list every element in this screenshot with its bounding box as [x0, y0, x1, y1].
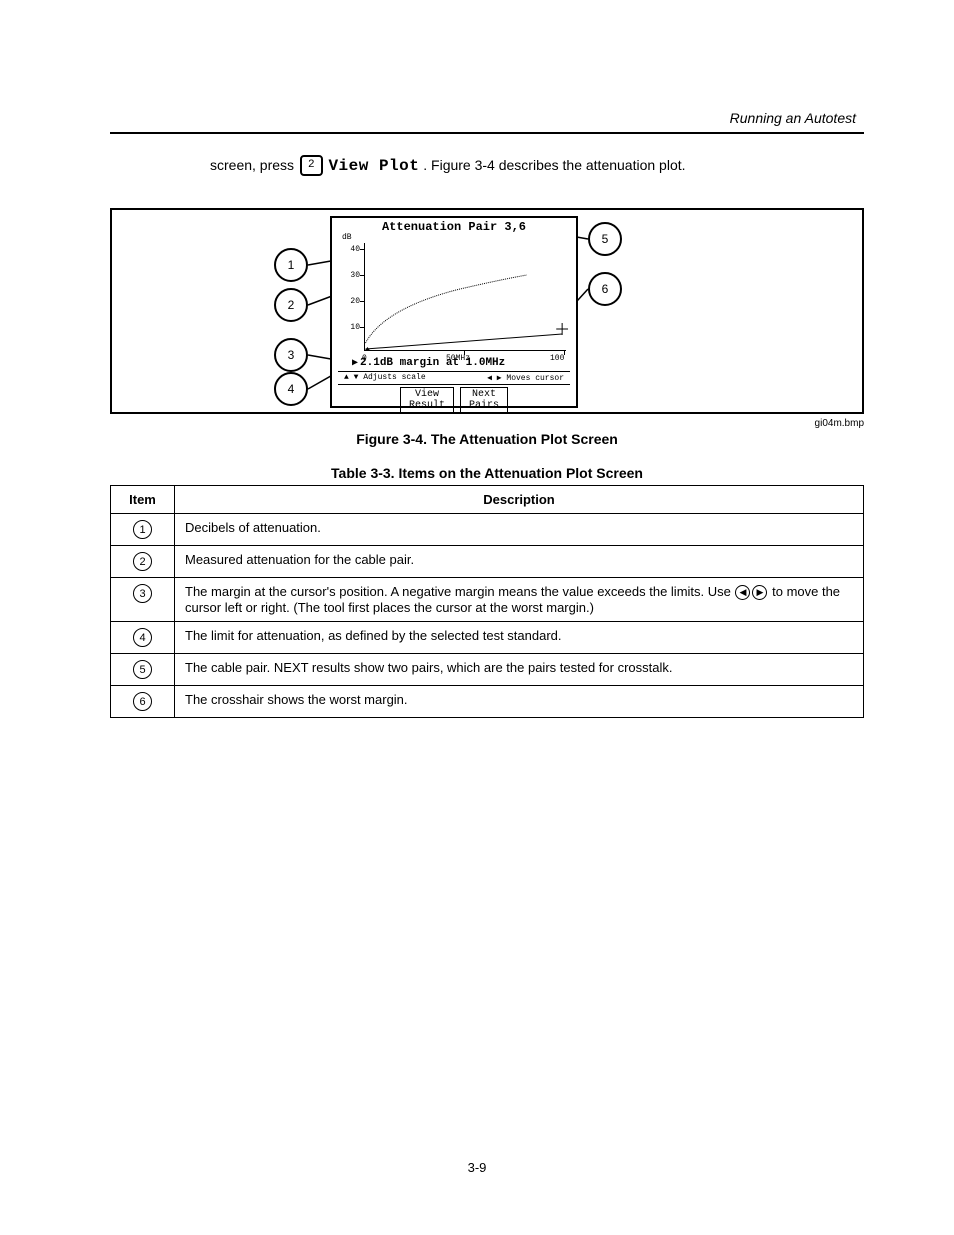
- row-desc-4: The limit for attenuation, as defined by…: [175, 622, 864, 654]
- row-num-5: 5: [133, 660, 152, 679]
- softkey-2-icon: 2: [300, 155, 323, 176]
- instruction-prefix: screen, press: [210, 157, 294, 173]
- lcd-screen: Attenuation Pair 3,6 dB 40 30 20 10 0 50…: [330, 216, 578, 408]
- page-header-section: Running an Autotest: [110, 110, 864, 126]
- lcd-chart: dB 40 30 20 10 0 50MHz 100: [338, 235, 570, 357]
- row-num-2: 2: [133, 552, 152, 571]
- row-desc-6: The crosshair shows the worst margin.: [175, 686, 864, 718]
- row-desc-1: Decibels of attenuation.: [175, 514, 864, 546]
- table-caption: Table 3-3. Items on the Attenuation Plot…: [110, 465, 864, 481]
- instruction-suffix: . Figure 3-4 describes the attenuation p…: [423, 157, 685, 173]
- table-row: 5 The cable pair. NEXT results show two …: [111, 654, 864, 686]
- figure-caption: Figure 3-4. The Attenuation Plot Screen: [110, 431, 864, 447]
- table-row: 1 Decibels of attenuation.: [111, 514, 864, 546]
- header-rule: [110, 132, 864, 134]
- table-row: 2 Measured attenuation for the cable pai…: [111, 546, 864, 578]
- help-move-cursor: ◀ ▶ Moves cursor: [487, 373, 564, 383]
- page-number: 3-9: [0, 1160, 954, 1175]
- row-desc-2: Measured attenuation for the cable pair.: [175, 546, 864, 578]
- lcd-title: Attenuation Pair 3,6: [332, 218, 576, 235]
- table-row: 3 The margin at the cursor's position. A…: [111, 578, 864, 622]
- row-num-3: 3: [133, 584, 152, 603]
- items-table: Item Description 1 Decibels of attenuati…: [110, 485, 864, 718]
- softkey-next-pairs[interactable]: Next Pairs: [460, 387, 508, 413]
- table-row: 6 The crosshair shows the worst margin.: [111, 686, 864, 718]
- left-key-icon: ◀: [735, 585, 750, 600]
- row-desc-5: The cable pair. NEXT results show two pa…: [175, 654, 864, 686]
- row-num-4: 4: [133, 628, 152, 647]
- lcd-softkey-row: View Result Next Pairs: [350, 387, 558, 413]
- col-item: Item: [111, 486, 175, 514]
- arrow-right-icon: ▶: [352, 357, 358, 369]
- help-adjust-scale: ▲ ▼ Adjusts scale: [344, 373, 426, 383]
- row-num-6: 6: [133, 692, 152, 711]
- callout-5: 5: [588, 222, 622, 256]
- callout-6: 6: [588, 272, 622, 306]
- softkey-label: View Plot: [328, 157, 419, 175]
- col-desc: Description: [175, 486, 864, 514]
- instruction-line: screen, press 2 View Plot . Figure 3-4 d…: [210, 154, 864, 178]
- softkey-view-result[interactable]: View Result: [400, 387, 454, 413]
- right-key-icon: ▶: [752, 585, 767, 600]
- page: Running an Autotest screen, press 2 View…: [0, 0, 954, 718]
- row-num-1: 1: [133, 520, 152, 539]
- row-desc-3: The margin at the cursor's position. A n…: [175, 578, 864, 622]
- callout-3: 3: [274, 338, 308, 372]
- callout-1: 1: [274, 248, 308, 282]
- table-row: 4 The limit for attenuation, as defined …: [111, 622, 864, 654]
- lcd-plot-svg: [338, 235, 570, 357]
- figure-box: 1 2 3 4 5 6 Attenuation Pair 3,6: [110, 208, 864, 414]
- callout-4: 4: [274, 372, 308, 406]
- bmp-filename: gi04m.bmp: [110, 418, 864, 429]
- callout-2: 2: [274, 288, 308, 322]
- lcd-help-row: ▲ ▼ Adjusts scale ◀ ▶ Moves cursor: [338, 371, 570, 385]
